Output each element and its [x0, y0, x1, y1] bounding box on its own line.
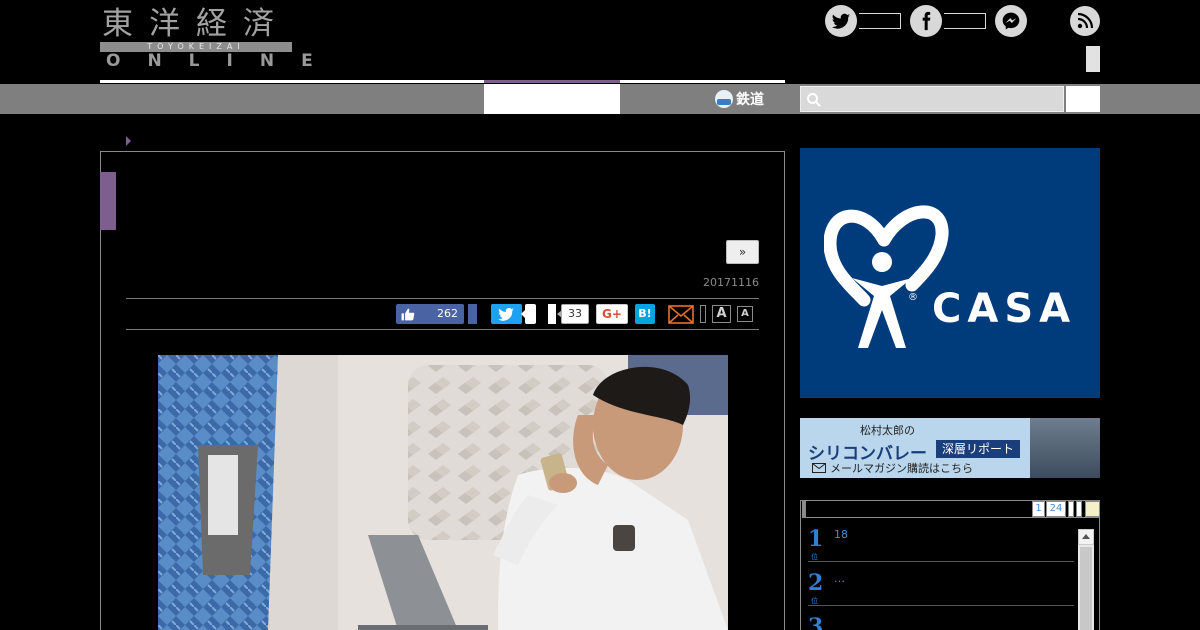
article-photo-image	[158, 355, 728, 630]
pocket-count: 33	[557, 304, 589, 324]
tweet-button[interactable]	[491, 304, 522, 324]
font-large-button[interactable]: A	[712, 305, 731, 323]
search-input[interactable]	[800, 86, 1064, 112]
search-button[interactable]	[1066, 86, 1100, 112]
facebook-count-box	[944, 13, 986, 29]
casa-wordmark: CASA	[932, 286, 1077, 332]
facebook-icon	[922, 11, 931, 31]
twitter-button[interactable]	[825, 5, 857, 37]
print-button[interactable]	[700, 305, 706, 323]
mail-icon	[668, 305, 694, 324]
tweet-count	[521, 304, 536, 324]
ranking-header-mark	[802, 500, 806, 517]
twitter-count-box	[859, 13, 901, 29]
article-date: 20171116	[703, 276, 759, 289]
breadcrumb-arrow-icon	[126, 136, 131, 146]
rss-button[interactable]	[1070, 6, 1100, 36]
ranking-item[interactable]: 3 位	[808, 610, 1074, 630]
casa-registered: ®	[908, 292, 918, 303]
logo-online: ONLINE	[106, 51, 340, 71]
scroll-up-arrow-icon[interactable]	[1078, 529, 1094, 545]
share-rule-bottom	[126, 329, 759, 330]
google-plus-button[interactable]: G+	[596, 304, 628, 324]
facebook-like-button[interactable]: 262	[396, 304, 464, 324]
nav-tab-active[interactable]	[484, 84, 620, 114]
banner-author-photo	[1030, 418, 1100, 478]
nav-active-rule	[484, 80, 620, 83]
hatena-bookmark-button[interactable]: B!	[635, 304, 655, 324]
title-accent	[100, 172, 116, 230]
site-logo[interactable]: 東洋経済 TOYOKEIZAI ONLINE	[100, 6, 313, 70]
train-icon	[715, 90, 733, 108]
twitter-icon	[831, 13, 851, 29]
rank-unit: 位	[811, 553, 818, 561]
like-count: 262	[437, 307, 458, 320]
rank-number: 1	[808, 526, 824, 552]
banner-tag: 深層リポート	[936, 440, 1021, 458]
font-small-button[interactable]: A	[737, 306, 753, 322]
rss-icon	[1077, 12, 1094, 29]
ranking-header-rule	[802, 517, 1100, 518]
messenger-icon	[1002, 12, 1020, 30]
ranking-item[interactable]: 1 位 18	[808, 522, 1074, 562]
mail-button[interactable]	[668, 305, 694, 324]
logo-kanji: 東洋経済	[102, 6, 290, 42]
rank-number: 2	[808, 570, 824, 596]
envelope-icon	[812, 463, 826, 473]
thumbs-up-icon	[401, 308, 415, 321]
nav-rail-label: 鉄道	[736, 92, 764, 108]
ranking-tab-24[interactable]: 24	[1046, 501, 1066, 517]
newsletter-banner[interactable]: 松村太郎の シリコンバレー 深層リポート メールマガジン購読はこちら	[800, 418, 1100, 478]
pocket-button[interactable]	[548, 304, 556, 324]
nav-top-rule	[100, 80, 785, 83]
page-root: 東洋経済 TOYOKEIZAI ONLINE 鉄道 » 20171116 262…	[0, 0, 1200, 630]
facebook-button[interactable]	[910, 5, 942, 37]
rank-title: 18	[834, 528, 848, 541]
scrollbar-thumb[interactable]	[1080, 547, 1092, 630]
rank-number: 3	[808, 614, 824, 630]
share-rule-top	[126, 298, 759, 299]
ranking-tab-5[interactable]	[1085, 501, 1100, 517]
next-page-button[interactable]: »	[726, 240, 759, 264]
ranking-tab-3[interactable]	[1068, 501, 1074, 517]
rank-title: …	[834, 572, 845, 585]
header-menu-button[interactable]	[1086, 46, 1100, 72]
twitter-bird-icon	[498, 308, 514, 321]
facebook-share-button[interactable]	[468, 304, 477, 324]
banner-mail-text: メールマガジン購読はこちら	[830, 462, 973, 475]
ranking-tab-1[interactable]: 1	[1032, 501, 1045, 517]
rank-unit: 位	[811, 597, 818, 605]
casa-ad[interactable]: ® CASA	[800, 148, 1100, 398]
article-photo	[158, 355, 728, 630]
messenger-button[interactable]	[995, 5, 1027, 37]
banner-author: 松村太郎の	[860, 424, 915, 437]
nav-rail-link[interactable]: 鉄道	[715, 86, 764, 112]
ranking-item[interactable]: 2 位 …	[808, 566, 1074, 606]
ranking-tab-4[interactable]	[1076, 501, 1082, 517]
search-icon	[807, 93, 821, 107]
